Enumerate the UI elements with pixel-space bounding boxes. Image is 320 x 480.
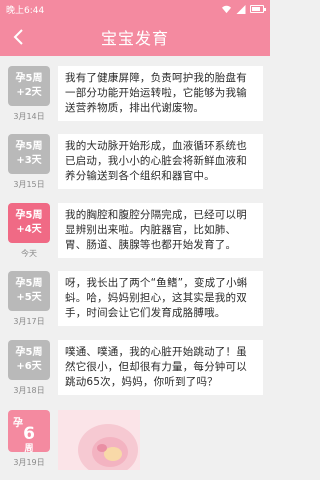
back-button[interactable] (4, 18, 34, 56)
badge-day: +3天 (16, 155, 42, 166)
entry-date: 3月17日 (13, 317, 45, 326)
entry-left-column: 孕5周 +2天 3月14日 (8, 66, 50, 122)
entry-date: 今天 (21, 249, 37, 258)
week-day-badge-active: 孕5周 +4天 (8, 203, 50, 243)
entry-date: 3月15日 (13, 180, 45, 189)
week-badge: 孕 6 周 (8, 410, 50, 454)
badge-week: 孕5周 (15, 141, 43, 152)
status-icons (221, 4, 266, 14)
chevron-left-icon (13, 29, 23, 45)
week-day-badge: 孕5周 +3天 (8, 134, 50, 174)
entry-left-column: 孕5周 +6天 3月18日 (8, 340, 50, 396)
embryo-illustration (58, 410, 140, 470)
signal-icon (236, 4, 246, 14)
entry-text: 我的大动脉开始形成，血液循环系统也已启动，我小小的心脏会将新鲜血液和养分输送到各… (58, 134, 263, 189)
badge-day: +5天 (16, 292, 42, 303)
entry-date: 3月14日 (13, 112, 45, 121)
entry-date: 3月19日 (13, 458, 45, 467)
week-day-badge: 孕5周 +5天 (8, 271, 50, 311)
embryo-image[interactable] (58, 410, 140, 470)
app-header: 宝宝发育 (0, 18, 270, 56)
week-day-badge: 孕5周 +2天 (8, 66, 50, 106)
badge-day: +4天 (16, 224, 42, 235)
status-bar: 晚上6:44 (0, 0, 270, 18)
entry-text: 噗通、噗通，我的心脏开始跳动了！虽然它很小，但却很有力量，每分钟可以跳动65次，… (58, 340, 263, 395)
battery-icon (250, 5, 266, 13)
entry-left-column: 孕5周 +4天 今天 (8, 203, 50, 259)
entry-left-column: 孕5周 +3天 3月15日 (8, 134, 50, 190)
entry-text: 呀，我长出了两个“鱼鳍”，变成了小蝌蚪。哈，妈妈别担心，这其实是我的双手，时间会… (58, 271, 263, 326)
badge-day: +6天 (16, 361, 42, 372)
entry-left-column: 孕5周 +5天 3月17日 (8, 271, 50, 327)
timeline-list[interactable]: 孕5周 +2天 3月14日 我有了健康屏障，负责呵护我的胎盘有一部分功能开始运转… (0, 56, 270, 480)
status-time: 晚上6:44 (6, 5, 45, 16)
badge-week: 孕5周 (15, 278, 43, 289)
entry-date: 3月18日 (13, 386, 45, 395)
week-badge-unit: 周 (24, 444, 34, 454)
entry-left-column: 孕 6 周 3月19日 (8, 410, 50, 468)
badge-week: 孕5周 (15, 210, 43, 221)
badge-week: 孕5周 (15, 347, 43, 358)
page-title: 宝宝发育 (100, 29, 169, 48)
wifi-icon (222, 5, 231, 13)
entry-text: 我的胸腔和腹腔分隔完成，已经可以明显辨别出来啦。内脏器官，比如肺、胃、肠道、胰腺… (58, 203, 263, 258)
entry-text: 我有了健康屏障，负责呵护我的胎盘有一部分功能开始运转啦，它能够为我输送营养物质，… (58, 66, 263, 121)
badge-week: 孕5周 (15, 73, 43, 84)
badge-day: +2天 (16, 87, 42, 98)
week-day-badge: 孕5周 +6天 (8, 340, 50, 380)
